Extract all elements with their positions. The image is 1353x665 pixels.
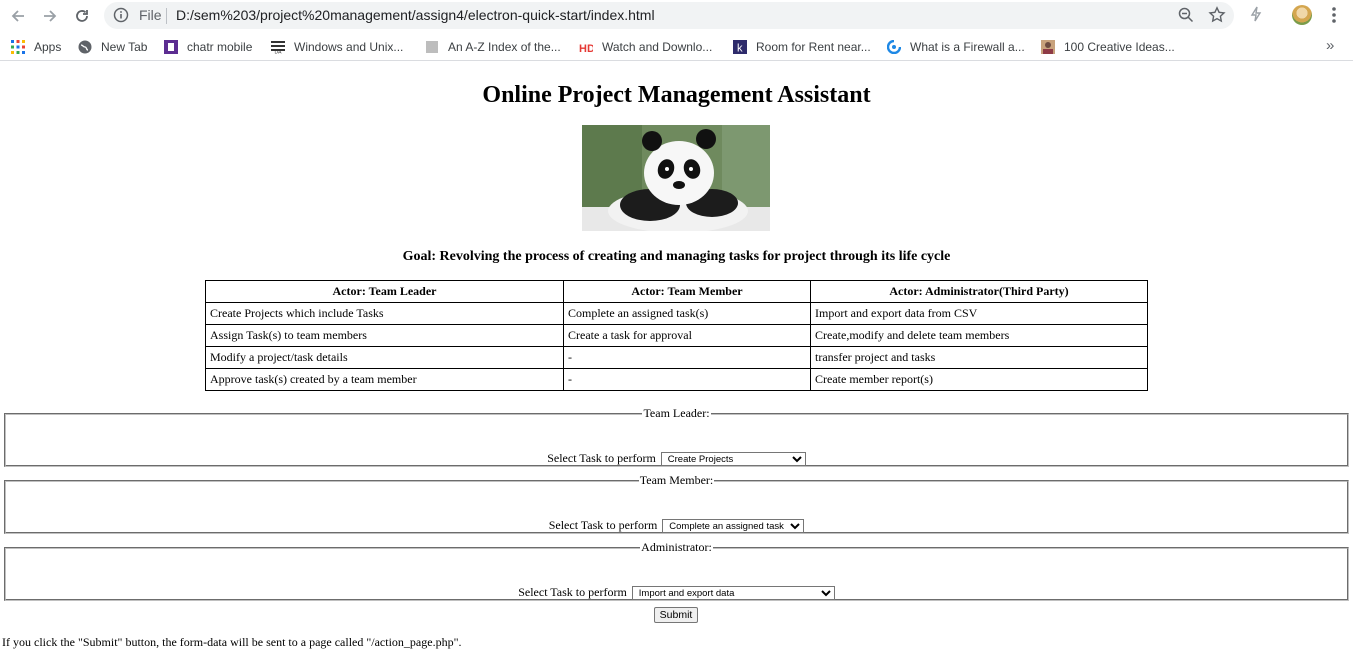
form-note: If you click the "Submit" button, the fo… <box>2 635 462 649</box>
url-text[interactable]: D:/sem%203/project%20management/assign4/… <box>176 7 655 23</box>
team-member-task-row: Select Task to perform Complete an assig… <box>6 516 1347 534</box>
table-cell: Create,modify and delete team members <box>810 324 1148 347</box>
table-cell: Approve task(s) created by a team member <box>205 368 564 391</box>
k-icon: k <box>733 40 747 54</box>
table-cell: - <box>563 368 811 391</box>
header-team-member: Actor: Team Member <box>563 280 811 303</box>
table-cell: Create a task for approval <box>563 324 811 347</box>
bookmark-label: 100 Creative Ideas... <box>1064 40 1175 54</box>
bookmark-az-index[interactable]: An A-Z Index of the... <box>425 39 561 55</box>
administrator-task-select[interactable]: Import and export data <box>631 586 835 601</box>
bookmarks-bar: Apps New Tab chatr mobile DA Windows and… <box>0 33 1353 61</box>
photo-icon <box>1041 40 1055 54</box>
zoom-icon[interactable] <box>1178 7 1194 23</box>
ibm-icon: DA <box>271 41 285 55</box>
bookmark-apps[interactable]: Apps <box>11 39 61 55</box>
bookmark-room-rent[interactable]: k Room for Rent near... <box>733 39 871 55</box>
svg-text:k: k <box>737 43 743 55</box>
bookmark-label: chatr mobile <box>187 40 253 54</box>
table-cell: Create member report(s) <box>810 368 1148 391</box>
goal-statement: Goal: Revolving the process of creating … <box>402 249 951 264</box>
table-cell: Complete an assigned task(s) <box>563 302 811 325</box>
chatr-icon <box>164 40 178 54</box>
team-leader-fieldset: Team Leader: Select Task to perform Crea… <box>4 406 1349 467</box>
table-cell: transfer project and tasks <box>810 346 1148 369</box>
bookmark-label: Watch and Downlo... <box>602 40 713 54</box>
bookmark-star-icon[interactable] <box>1208 6 1226 24</box>
team-leader-task-select[interactable]: Create Projects <box>660 452 806 467</box>
browser-toolbar: File D:/sem%203/project%20management/ass… <box>0 0 1353 32</box>
bookmark-chatr-mobile[interactable]: chatr mobile <box>164 39 252 55</box>
table-row: Assign Task(s) to team members Create a … <box>205 324 1148 347</box>
panda-image <box>582 125 770 231</box>
bookmark-watch-download[interactable]: HD Watch and Downlo... <box>579 39 712 55</box>
header-administrator: Actor: Administrator(Third Party) <box>810 280 1148 303</box>
table-cell: Assign Task(s) to team members <box>205 324 564 347</box>
hd-icon: HD <box>579 43 593 54</box>
bookmarks-overflow-chevron-icon[interactable]: » <box>1326 37 1334 54</box>
team-member-task-select[interactable]: Complete an assigned task <box>662 519 805 534</box>
table-row: Approve task(s) created by a team member… <box>205 368 1148 391</box>
table-header-row: Actor: Team Leader Actor: Team Member Ac… <box>205 280 1148 303</box>
apps-grid-icon <box>11 40 25 54</box>
page-icon <box>426 41 438 53</box>
back-button[interactable] <box>5 3 31 29</box>
back-arrow-icon <box>11 10 24 22</box>
bookmark-label: New Tab <box>101 40 148 54</box>
task-prompt-label: Select Task to perform <box>548 518 658 532</box>
table-cell: Modify a project/task details <box>205 346 564 369</box>
info-icon[interactable] <box>113 7 129 23</box>
scheme-separator <box>166 8 167 24</box>
profile-avatar[interactable] <box>1292 5 1312 25</box>
svg-text:DA: DA <box>275 50 283 55</box>
bookmark-label: Apps <box>34 40 62 54</box>
reload-icon <box>76 10 88 22</box>
page-title: Online Project Management Assistant <box>482 82 871 108</box>
bookmark-label: Windows and Unix... <box>294 40 404 54</box>
task-prompt-label: Select Task to perform <box>518 585 627 599</box>
kebab-menu-icon[interactable] <box>1326 5 1342 25</box>
administrator-legend: Administrator: <box>641 540 712 554</box>
address-bar[interactable]: File D:/sem%203/project%20management/ass… <box>104 2 1234 29</box>
reload-button[interactable] <box>69 3 95 29</box>
scheme-label: File <box>139 7 162 23</box>
header-team-leader: Actor: Team Leader <box>205 280 564 303</box>
table-row: Create Projects which include Tasks Comp… <box>205 302 1148 325</box>
team-leader-task-row: Select Task to perform Create Projects <box>6 449 1347 467</box>
globe-icon <box>78 40 92 54</box>
table-cell: - <box>563 346 811 369</box>
actors-table: Actor: Team Leader Actor: Team Member Ac… <box>205 280 1148 391</box>
bookmark-windows-unix[interactable]: DA Windows and Unix... <box>271 39 403 55</box>
firewall-icon <box>887 40 901 54</box>
forward-arrow-icon <box>44 10 57 22</box>
table-cell: Import and export data from CSV <box>810 302 1148 325</box>
table-row: Modify a project/task details - transfer… <box>205 346 1148 369</box>
bookmark-new-tab[interactable]: New Tab <box>78 39 147 55</box>
team-member-legend: Team Member: <box>639 473 714 487</box>
bookmark-label: An A-Z Index of the... <box>448 40 561 54</box>
bookmark-label: Room for Rent near... <box>756 40 871 54</box>
table-cell: Create Projects which include Tasks <box>205 302 564 325</box>
task-prompt-label: Select Task to perform <box>547 451 656 465</box>
team-leader-legend: Team Leader: <box>643 406 710 420</box>
submit-button[interactable]: Submit <box>654 607 698 623</box>
administrator-task-row: Select Task to perform Import and export… <box>6 583 1347 601</box>
extension-icon[interactable] <box>1247 5 1265 23</box>
bookmark-creative-ideas[interactable]: 100 Creative Ideas... <box>1041 39 1175 55</box>
team-member-fieldset: Team Member: Select Task to perform Comp… <box>4 473 1349 534</box>
svg-text:HD: HD <box>579 43 593 54</box>
forward-button[interactable] <box>37 3 63 29</box>
bookmark-label: What is a Firewall a... <box>910 40 1025 54</box>
administrator-fieldset: Administrator: Select Task to perform Im… <box>4 540 1349 601</box>
bookmark-firewall[interactable]: What is a Firewall a... <box>887 39 1025 55</box>
